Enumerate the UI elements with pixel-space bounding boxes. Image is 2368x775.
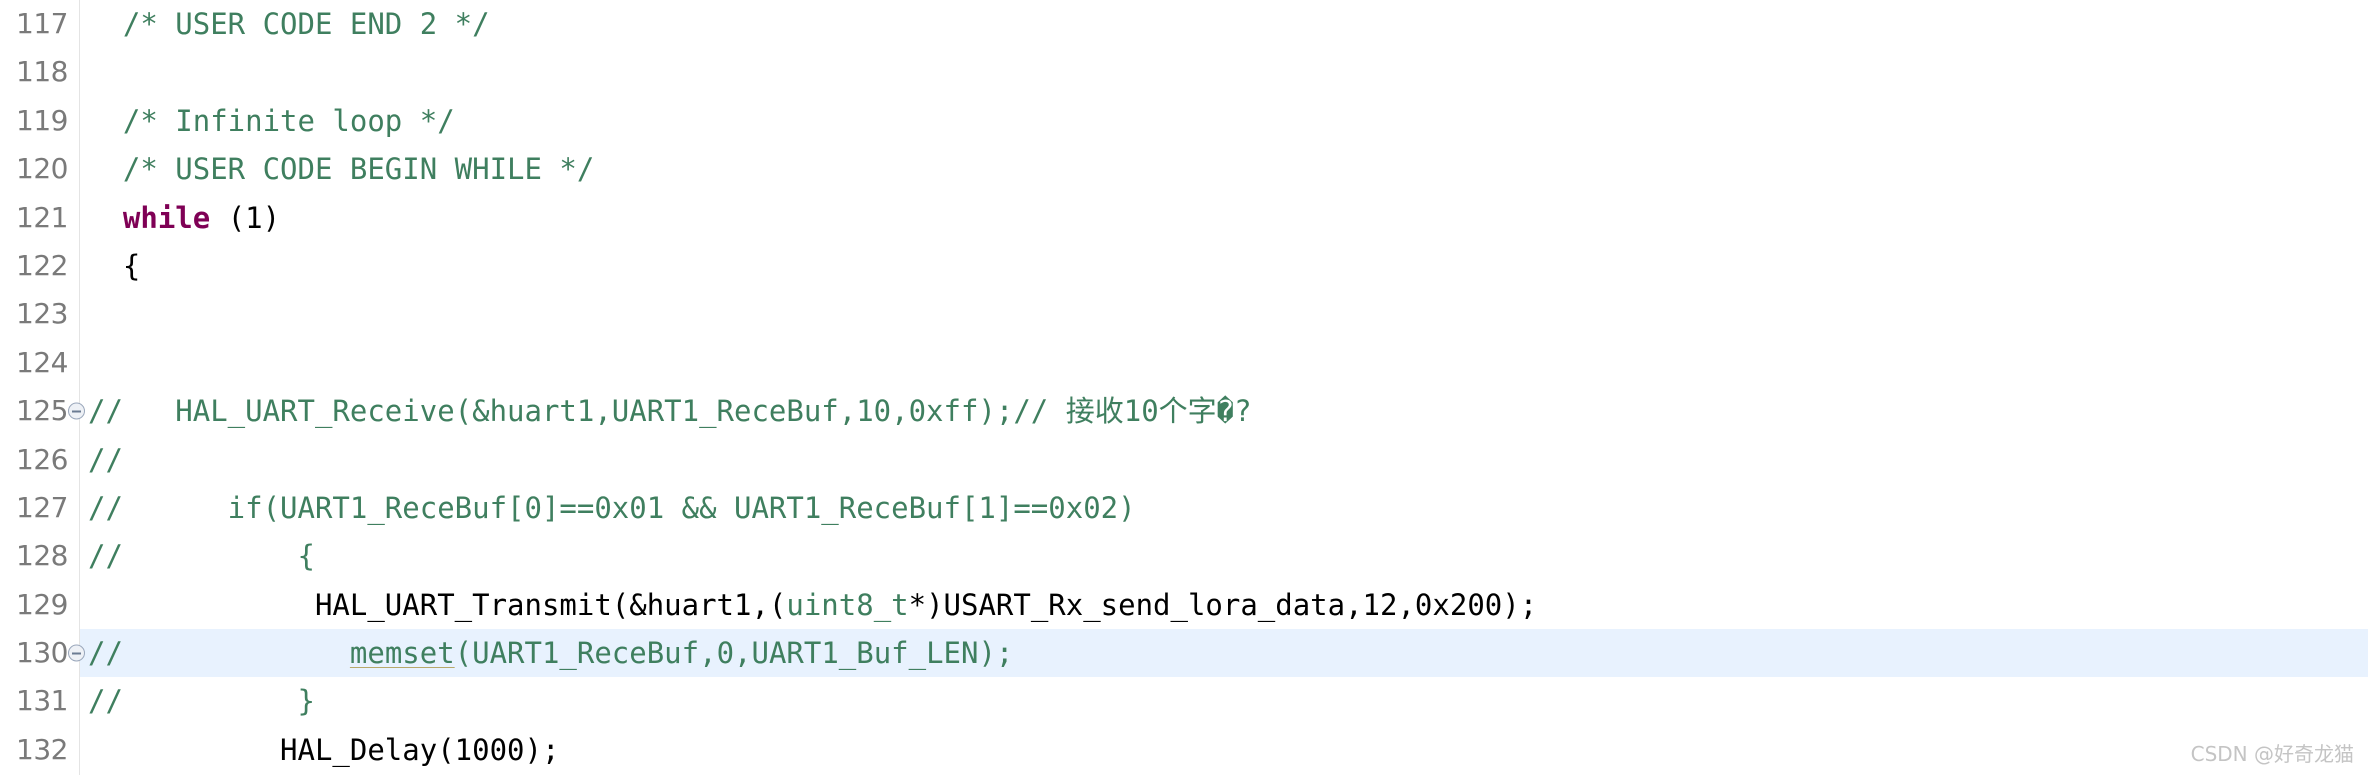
code-text: // HAL_UART_Receive(&huart1,UART1_ReceBu… — [88, 387, 1252, 435]
code-text: HAL_Delay(1000); — [88, 726, 559, 774]
code-token: { — [88, 248, 141, 283]
code-token: memset — [349, 636, 455, 671]
code-text: HAL_UART_Transmit(&huart1,(uint8_t*)USAR… — [88, 581, 1537, 629]
code-line[interactable]: 122 { — [0, 242, 2368, 290]
line-number: 123 — [16, 297, 68, 331]
line-number: 124 — [16, 345, 68, 379]
code-token: (UART1_ReceBuf,0,UART1_Buf_LEN); — [454, 636, 1014, 671]
code-line[interactable]: 129 HAL_UART_Transmit(&huart1,(uint8_t*)… — [0, 581, 2368, 629]
code-text: while (1) — [88, 194, 280, 242]
code-token: HAL_UART_Transmit(&huart1,( — [88, 587, 787, 622]
line-number: 121 — [16, 200, 68, 234]
line-number: 119 — [16, 103, 68, 137]
code-text: // } — [88, 677, 315, 725]
code-text: // memset(UART1_ReceBuf,0,UART1_Buf_LEN)… — [88, 629, 1013, 677]
code-text: /* Infinite loop */ — [88, 97, 455, 145]
code-line[interactable]: 120 /* USER CODE BEGIN WHILE */ — [0, 145, 2368, 193]
code-text: /* USER CODE BEGIN WHILE */ — [88, 145, 594, 193]
line-number: 131 — [16, 684, 68, 718]
code-token: // HAL_UART_Receive(&huart1,UART1_ReceBu… — [88, 394, 1252, 429]
code-token: // { — [88, 539, 315, 574]
code-line[interactable]: 117 /* USER CODE END 2 */ — [0, 0, 2368, 48]
code-line[interactable]: 126 // — [0, 436, 2368, 484]
code-text: // if(UART1_ReceBuf[0]==0x01 && UART1_Re… — [88, 484, 1136, 532]
line-number: 132 — [16, 732, 68, 766]
code-token: // — [88, 636, 350, 671]
code-line[interactable]: 118 — [0, 48, 2368, 96]
code-token: /* USER CODE END 2 */ — [88, 7, 490, 41]
code-line[interactable]: 123 — [0, 290, 2368, 338]
line-number: 118 — [16, 55, 68, 89]
line-number: 117 — [16, 7, 68, 40]
code-line[interactable]: 124 — [0, 339, 2368, 387]
code-text: // — [88, 436, 123, 484]
code-token: HAL_Delay(1000); — [88, 732, 560, 767]
code-text: /* USER CODE END 2 */ — [88, 0, 490, 48]
line-number: 130 — [16, 636, 68, 670]
fold-collapse-icon[interactable] — [68, 644, 85, 662]
code-token: // — [88, 442, 123, 477]
code-token: *)USART_Rx_send_lora_data,12,0x200); — [908, 587, 1538, 622]
code-line[interactable]: 131 // } — [0, 677, 2368, 725]
code-token: (1) — [210, 200, 281, 235]
code-text: { — [88, 242, 140, 290]
code-line[interactable]: 121 while (1) — [0, 194, 2368, 242]
code-token: /* Infinite loop */ — [88, 103, 455, 138]
code-line[interactable]: 132 HAL_Delay(1000); — [0, 726, 2368, 774]
csdn-watermark: CSDN @好奇龙猫 — [2190, 742, 2354, 766]
line-number: 128 — [16, 539, 68, 573]
code-token: // if(UART1_ReceBuf[0]==0x01 && UART1_Re… — [88, 490, 1136, 525]
code-line[interactable]: 119 /* Infinite loop */ — [0, 97, 2368, 145]
code-line[interactable]: 130 // memset(UART1_ReceBuf,0,UART1_Buf_L… — [0, 629, 2368, 678]
code-line[interactable]: 125 // HAL_UART_Receive(&huart1,UART1_Rec… — [0, 387, 2368, 435]
code-token: /* USER CODE BEGIN WHILE */ — [88, 152, 595, 187]
code-editor[interactable]: 117 /* USER CODE END 2 */ 118 119 /* Infin… — [0, 0, 2368, 775]
code-line[interactable]: 128 // { — [0, 532, 2368, 580]
code-line[interactable]: 127 // if(UART1_ReceBuf[0]==0x01 && UART1… — [0, 484, 2368, 532]
line-number: 126 — [16, 442, 68, 476]
code-token: uint8_t — [786, 587, 909, 622]
line-number: 129 — [16, 587, 68, 621]
line-number: 122 — [16, 248, 68, 282]
code-lines-container[interactable]: 117 /* USER CODE END 2 */ 118 119 /* Infin… — [0, 0, 2368, 774]
code-token: while — [122, 200, 211, 235]
line-number: 120 — [16, 152, 68, 186]
line-number: 125 — [16, 394, 68, 428]
fold-collapse-icon[interactable] — [68, 402, 85, 420]
code-text: // { — [88, 532, 315, 580]
code-token: // } — [88, 684, 315, 719]
line-number: 127 — [16, 490, 68, 524]
